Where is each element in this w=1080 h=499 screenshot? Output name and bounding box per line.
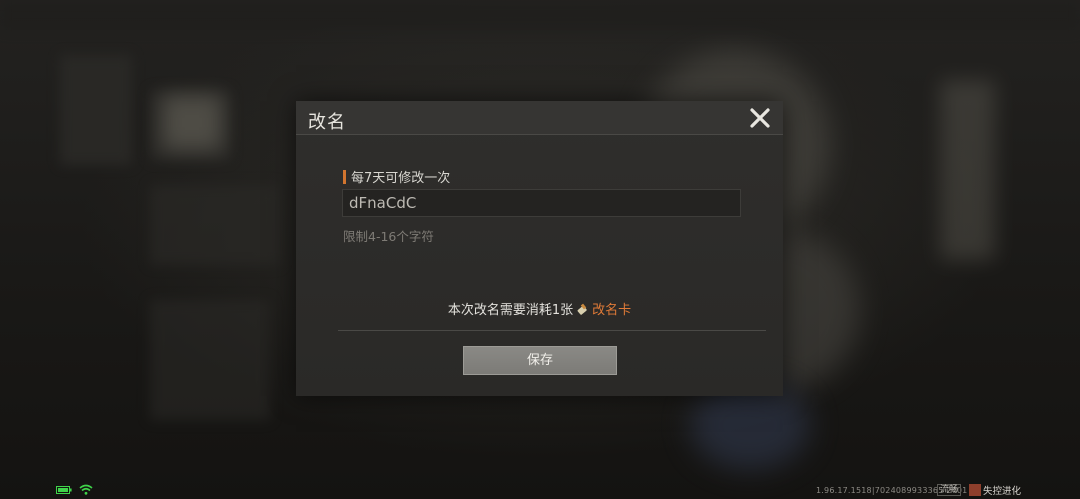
cost-notice: 本次改名需要消耗1张 改名卡 [296,299,783,320]
close-button[interactable] [749,107,771,129]
rename-card-icon [576,303,589,320]
name-input[interactable] [342,189,741,217]
length-limit-text: 限制4-16个字符 [343,229,434,244]
rename-dialog: 改名 每7天可修改一次 限制4-16个字符 本次改名需要消耗1张 改名卡 保存 [296,101,783,396]
cost-text: 本次改名需要消耗1张 [447,303,574,318]
save-button[interactable]: 保存 [463,346,617,375]
accent-bar [343,169,346,184]
battery-icon [56,486,72,494]
divider [338,330,766,331]
game-logo-text: 失控进化 [983,486,1022,497]
dialog-title: 改名 [308,112,346,133]
hint-text: 每7天可修改一次 [351,171,451,186]
quality-badge: 流畅 [937,484,962,496]
close-icon [750,108,770,128]
wifi-icon [79,484,93,495]
dialog-header: 改名 [296,101,783,135]
rename-hint: 每7天可修改一次 [343,167,450,186]
rename-card-name: 改名卡 [592,303,632,318]
game-logo-icon [969,484,981,496]
